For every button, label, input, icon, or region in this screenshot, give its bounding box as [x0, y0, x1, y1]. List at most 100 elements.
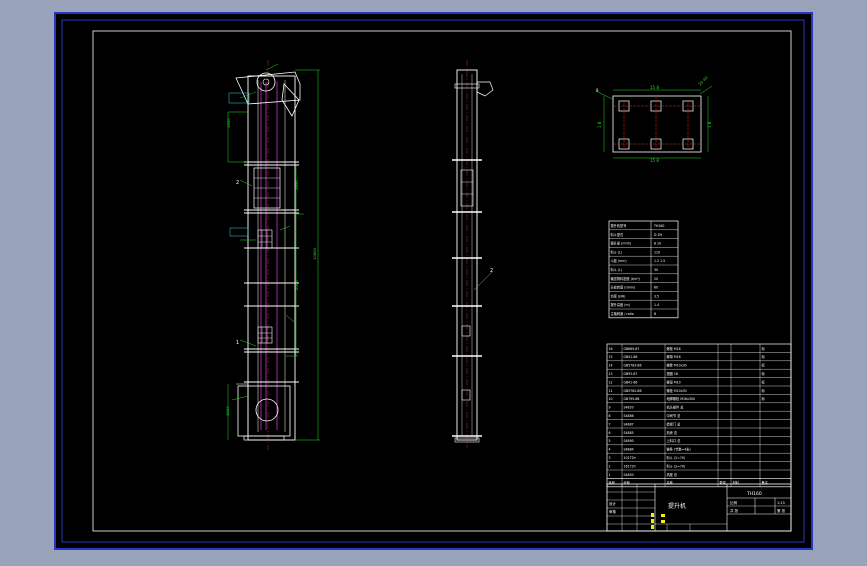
- balloon-1-side: 1: [236, 340, 239, 346]
- parts-cell-code: GB93-87: [624, 372, 638, 376]
- parts-header-no: 序号: [609, 480, 615, 485]
- parts-cell-name: 机头部件 总: [667, 405, 685, 410]
- scale-label: 比例: [730, 500, 738, 505]
- spec-param-label: 料斗 (L): [611, 267, 623, 272]
- parts-cell-no: 8: [609, 414, 611, 418]
- parts-cell-no: 14: [609, 364, 613, 368]
- spec-param-label: 提升高度 (m): [611, 302, 630, 307]
- parts-cell-code: GB5783-86: [624, 364, 642, 368]
- svg-text:1850: 1850: [294, 180, 299, 190]
- cad-viewport[interactable]: 1800 10880 1850 2000 1500 2 1 2 15 8 15 …: [0, 0, 867, 562]
- spec-param-value: 3.5: [654, 294, 659, 298]
- parts-cell-code: S4884: [624, 448, 634, 452]
- spec-param-label: 料斗型式: [611, 232, 625, 237]
- signature-mark-1: [651, 513, 654, 517]
- parts-cell-no: 7: [609, 422, 611, 426]
- parts-header-code: 代号: [624, 480, 630, 485]
- scale-value: 1:15: [777, 501, 785, 505]
- spec-param-value: D ZH: [654, 233, 663, 237]
- svg-text:10880: 10880: [312, 247, 317, 260]
- spec-param-value: TH160: [653, 224, 664, 228]
- cad-drawing: 1800 10880 1850 2000 1500 2 1 2 15 8 15 …: [54, 12, 813, 550]
- parts-cell-name: 上料口 总: [667, 438, 682, 443]
- parts-cell-no: 4: [609, 448, 611, 452]
- spec-param-label: 提升量 (m³/h): [611, 241, 632, 246]
- sheet-label: 共 张: [730, 508, 739, 513]
- parts-cell-name: 螺栓 M16: [667, 346, 681, 351]
- parts-cell-code: GB669-87: [624, 347, 640, 351]
- spec-param-value: 8: [654, 312, 656, 316]
- spec-param-label: 输送物料密度 (t/m³): [611, 276, 640, 281]
- parts-cell-code: S4850: [624, 473, 634, 477]
- parts-cell-no: 15: [609, 355, 613, 359]
- parts-cell-no: 13: [609, 372, 613, 376]
- spec-param-label: 料斗 (L): [611, 249, 623, 254]
- spec-param-value: 30: [654, 268, 658, 272]
- parts-cell-no: 12: [609, 380, 613, 384]
- parts-cell-name: 螺栓 M10x30: [667, 363, 687, 368]
- parts-cell-name: 中间节 总: [667, 413, 682, 418]
- signature-mark-4: [661, 514, 665, 517]
- parts-cell-name: 地脚螺栓 M16x300: [667, 396, 696, 401]
- parts-cell-no: 6: [609, 431, 611, 435]
- parts-cell-code: S4890: [624, 439, 634, 443]
- parts-cell-no: 5: [609, 439, 611, 443]
- drawing-sheet: [54, 12, 813, 550]
- parts-cell-name: 垫圈 16: [667, 371, 678, 376]
- parts-cell-code: S4886: [624, 414, 634, 418]
- signature-mark-3: [651, 525, 654, 529]
- drawing-code: TH160: [746, 491, 762, 497]
- parts-cell-no: 10: [609, 397, 613, 401]
- parts-cell-no: 16: [609, 347, 613, 351]
- parts-cell-name: 机座 总: [667, 472, 678, 477]
- parts-cell-code: S4885: [624, 431, 634, 435]
- parts-cell-name: 螺母 M16: [667, 354, 681, 359]
- parts-cell-code: 10172h: [624, 456, 636, 460]
- spec-param-value: 1.2 1.5: [654, 259, 665, 263]
- parts-cell-name: 料斗 (2=70): [667, 455, 686, 460]
- parts-cell-no: 2: [609, 464, 611, 468]
- parts-header-note: 备注: [762, 480, 769, 485]
- parts-cell-no: 3: [609, 456, 611, 460]
- drawing-title: 提升机: [668, 502, 686, 510]
- plan-dim-top: 15 8: [650, 85, 659, 90]
- svg-text:1800: 1800: [226, 118, 231, 128]
- parts-cell-code: GB5782-86: [624, 389, 642, 393]
- parts-cell-name: 机壳 总: [667, 430, 678, 435]
- spec-param-label: 功率 (kW): [611, 293, 626, 298]
- parts-cell-name: 链条 (节数=4米): [667, 447, 691, 452]
- parts-cell-no: 1: [609, 473, 611, 477]
- spec-param-value: 8 10: [654, 242, 661, 246]
- parts-cell-name: 料斗 (2=70): [667, 463, 686, 468]
- spec-param-value: 110: [654, 250, 660, 254]
- sheet-value: 第 张: [777, 508, 786, 513]
- parts-cell-name: 螺母 M10: [667, 379, 681, 384]
- parts-cell-code: S4820: [624, 406, 634, 410]
- svg-text:2000: 2000: [294, 280, 299, 290]
- parts-cell-code: 16172h: [624, 464, 636, 468]
- spec-param-label: 提升机型号: [611, 223, 627, 228]
- parts-cell-no: 11: [609, 389, 613, 393]
- parts-cell-code: GB799-88: [624, 397, 640, 401]
- spec-param-label: 主轴转速 / ratio: [611, 311, 634, 316]
- balloon-2-side: 2: [236, 180, 239, 186]
- spec-param-label: 头轮转速 (r/min): [611, 285, 636, 290]
- parts-cell-code: GB41-86: [624, 355, 638, 359]
- signature-mark-5: [661, 520, 665, 523]
- parts-header-qty: 数量: [720, 480, 727, 485]
- parts-header-mat: 材料: [733, 480, 740, 485]
- svg-text:1500: 1500: [225, 406, 230, 416]
- spec-param-value: 1.4: [654, 303, 659, 307]
- spec-param-label: 斗距 (mm): [611, 259, 627, 263]
- signature-mark-2: [651, 519, 654, 523]
- spec-param-value: 20: [654, 277, 658, 281]
- plan-dim-right: 1 8: [707, 121, 712, 128]
- checker-label: 审核: [609, 509, 617, 514]
- plan-dim-left: 1 8: [597, 121, 602, 128]
- parts-cell-no: 9: [609, 406, 611, 410]
- plan-dim-bottom: 15 8: [650, 158, 659, 163]
- parts-cell-name: 螺栓 M10x30: [667, 388, 687, 393]
- parts-header-name: 名称: [667, 480, 674, 485]
- spec-param-value: 60: [654, 286, 658, 290]
- parts-cell-code: GB41-86: [624, 380, 638, 384]
